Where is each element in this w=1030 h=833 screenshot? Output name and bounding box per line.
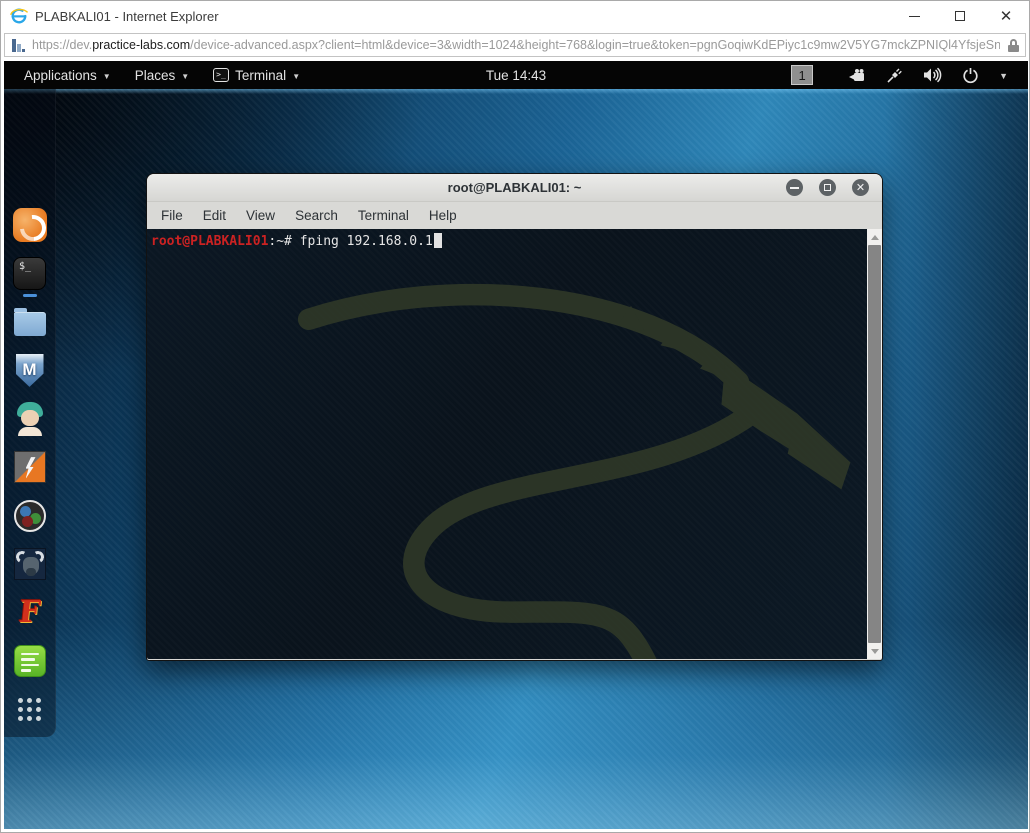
text-editor-icon xyxy=(13,644,46,677)
menu-view[interactable]: View xyxy=(236,202,285,229)
favorites-dock: $_ M F xyxy=(4,89,56,737)
typed-command: fping 192.168.0.1 xyxy=(299,234,433,249)
workspace-indicator[interactable]: 1 xyxy=(791,65,814,85)
dock-item-cherrytree[interactable] xyxy=(10,491,50,539)
terminal-close-button[interactable]: ✕ xyxy=(852,179,869,196)
practice-labs-favicon xyxy=(11,38,26,53)
prompt-suffix: :~# xyxy=(268,234,300,249)
places-menu[interactable]: Places ▼ xyxy=(123,61,201,89)
terminal-title: root@PLABKALI01: ~ xyxy=(447,180,582,195)
ie-titlebar[interactable]: PLABKALI01 - Internet Explorer ✕ xyxy=(1,1,1029,31)
minimize-icon xyxy=(790,186,799,189)
terminal-window: root@PLABKALI01: ~ ✕ File Edit View Sear… xyxy=(146,173,883,661)
dock-item-burpsuite[interactable] xyxy=(10,443,50,491)
metasploit-shield-icon: M xyxy=(15,353,44,387)
window-controls: ✕ xyxy=(891,1,1029,31)
volume-icon[interactable] xyxy=(923,67,942,83)
kali-top-panel: Applications ▼ Places ▼ >_ Terminal ▼ Tu… xyxy=(4,61,1028,89)
beef-bull-icon xyxy=(13,547,46,580)
internet-explorer-icon xyxy=(10,8,28,24)
running-indicator xyxy=(22,293,37,297)
places-menu-label: Places xyxy=(134,67,176,83)
maximize-icon xyxy=(824,184,831,191)
terminal-app-menu-label: Terminal xyxy=(235,67,287,83)
chevron-down-icon: ▼ xyxy=(292,71,301,81)
network-wired-icon[interactable] xyxy=(886,67,903,84)
terminal-menubar: File Edit View Search Terminal Help xyxy=(147,202,882,229)
close-button[interactable]: ✕ xyxy=(983,1,1029,31)
chevron-down-icon: ▼ xyxy=(102,71,111,81)
power-icon[interactable] xyxy=(962,67,979,84)
cherrytree-icon xyxy=(13,499,46,532)
applications-menu[interactable]: Applications ▼ xyxy=(4,61,123,89)
maximize-icon xyxy=(955,11,965,21)
menu-edit[interactable]: Edit xyxy=(193,202,236,229)
terminal-minimize-button[interactable] xyxy=(786,179,803,196)
panel-status-area: 1 ▼ xyxy=(791,61,1028,89)
close-icon: ✕ xyxy=(855,181,866,194)
applications-menu-label: Applications xyxy=(24,67,97,83)
dock-item-faraday[interactable]: F xyxy=(10,588,50,636)
minimize-button[interactable] xyxy=(891,1,937,31)
minimize-icon xyxy=(908,15,920,17)
text-cursor xyxy=(433,233,442,248)
app-grid-icon xyxy=(18,697,41,721)
scrollbar-thumb[interactable] xyxy=(868,245,881,643)
menu-help[interactable]: Help xyxy=(419,202,467,229)
close-icon: ✕ xyxy=(999,6,1013,25)
terminal-prompt-line: root@PLABKALI01:~# fping 192.168.0.1 xyxy=(147,229,882,249)
remote-desktop-viewport: Applications ▼ Places ▼ >_ Terminal ▼ Tu… xyxy=(4,61,1028,829)
faraday-icon: F xyxy=(17,594,42,630)
panel-dropdown-caret-icon[interactable]: ▼ xyxy=(999,71,1008,81)
burpsuite-icon xyxy=(13,451,46,484)
ssl-lock-icon xyxy=(1008,38,1019,52)
terminal-app-menu[interactable]: >_ Terminal ▼ xyxy=(201,61,312,89)
window-title: PLABKALI01 - Internet Explorer xyxy=(35,8,219,24)
url-domain: practice-labs.com xyxy=(92,38,191,52)
url-prefix: https://dev. xyxy=(32,38,93,52)
address-bar[interactable]: https://dev.practice-labs.com/device-adv… xyxy=(4,33,1026,57)
camera-icon[interactable] xyxy=(849,68,866,83)
terminal-scrollbar[interactable] xyxy=(867,229,882,659)
terminal-maximize-button[interactable] xyxy=(819,179,836,196)
scroll-down-button[interactable] xyxy=(867,643,882,659)
menu-search[interactable]: Search xyxy=(285,202,348,229)
dock-item-armitage[interactable] xyxy=(10,395,50,443)
url-path: /device-advanced.aspx?client=html&device… xyxy=(190,38,1000,52)
terminal-window-controls: ✕ xyxy=(786,179,882,196)
ie-urlbar: https://dev.practice-labs.com/device-adv… xyxy=(1,31,1029,59)
firefox-icon xyxy=(12,208,47,243)
chevron-down-icon: ▼ xyxy=(181,71,190,81)
arrow-up-icon xyxy=(870,234,879,240)
menu-file[interactable]: File xyxy=(151,202,193,229)
dock-item-show-applications[interactable] xyxy=(10,685,50,733)
dock-item-files[interactable] xyxy=(10,298,50,346)
dock-item-terminal[interactable]: $_ xyxy=(10,249,50,297)
kali-dragon-watermark xyxy=(297,283,851,659)
dock-item-text-editor[interactable] xyxy=(10,637,50,685)
dock-item-firefox[interactable] xyxy=(10,201,50,249)
maximize-button[interactable] xyxy=(937,1,983,31)
terminal-icon: $_ xyxy=(13,257,46,291)
prompt-user: root@PLABKALI01 xyxy=(151,234,269,249)
terminal-titlebar[interactable]: root@PLABKALI01: ~ ✕ xyxy=(147,174,882,202)
dock-item-beef[interactable] xyxy=(10,540,50,588)
terminal-screen[interactable]: root@PLABKALI01:~# fping 192.168.0.1 xyxy=(147,229,882,659)
ie-window: PLABKALI01 - Internet Explorer ✕ https:/… xyxy=(0,0,1030,833)
folder-icon xyxy=(13,307,46,336)
menu-terminal[interactable]: Terminal xyxy=(348,202,419,229)
armitage-icon xyxy=(15,401,45,436)
dock-item-metasploit[interactable]: M xyxy=(10,346,50,394)
scroll-up-button[interactable] xyxy=(867,229,882,245)
terminal-window-icon: >_ xyxy=(213,68,230,82)
arrow-down-icon xyxy=(870,648,879,654)
url-text[interactable]: https://dev.practice-labs.com/device-adv… xyxy=(32,38,1000,52)
